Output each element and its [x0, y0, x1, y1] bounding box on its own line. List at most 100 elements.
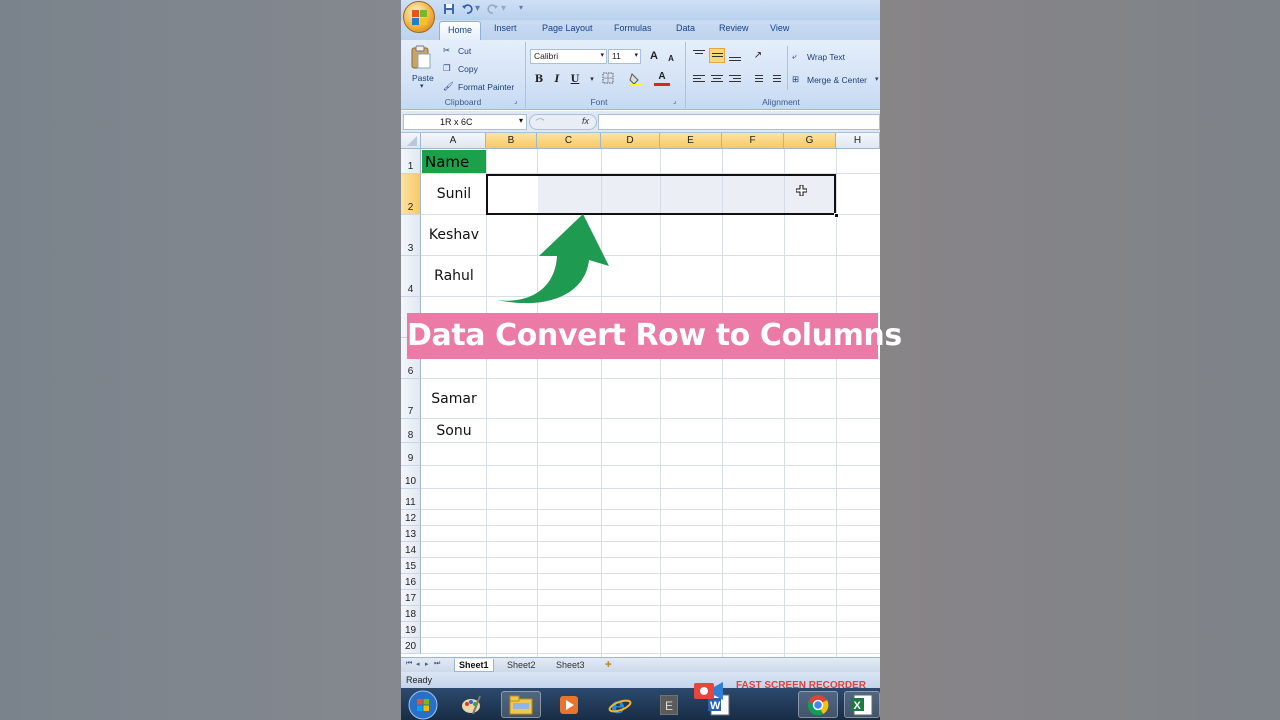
row-header-16[interactable]: 16: [401, 574, 421, 590]
cell-a8[interactable]: Sonu: [422, 419, 486, 442]
tab-insert[interactable]: Insert: [494, 23, 517, 33]
tab-sheet1[interactable]: Sheet1: [454, 659, 494, 672]
row-header-18[interactable]: 18: [401, 606, 421, 622]
tab-formulas[interactable]: Formulas: [614, 23, 652, 33]
tab-view[interactable]: View: [770, 23, 789, 33]
decrease-indent-icon[interactable]: [749, 72, 765, 87]
underline-dropdown-icon[interactable]: ▾: [584, 72, 600, 87]
cut-button[interactable]: Cut: [458, 46, 471, 56]
selection-range[interactable]: [486, 174, 836, 215]
column-header-f[interactable]: F: [722, 133, 784, 149]
worksheet-grid[interactable]: A B C D E F G H 1 2 3 4 5 6 7 8 9 10 11 …: [401, 133, 880, 657]
row-header-4[interactable]: 4: [401, 256, 421, 297]
increase-indent-icon[interactable]: [767, 72, 783, 87]
app-e-taskbar-icon[interactable]: E: [649, 691, 689, 718]
copy-button[interactable]: Copy: [458, 64, 478, 74]
tab-home[interactable]: Home: [439, 21, 482, 41]
borders-icon[interactable]: [600, 72, 616, 87]
cell-a3[interactable]: Keshav: [422, 215, 486, 255]
gridline: [421, 605, 880, 606]
redo-dropdown-icon[interactable]: ▾: [501, 3, 506, 17]
paste-dropdown-icon[interactable]: ▾: [420, 82, 424, 90]
redo-icon[interactable]: [487, 3, 499, 17]
row-header-11[interactable]: 11: [401, 489, 421, 510]
cell-a1[interactable]: Name: [422, 150, 486, 173]
column-header-h[interactable]: H: [836, 133, 880, 149]
shrink-font-button[interactable]: A: [663, 51, 679, 66]
row-header-3[interactable]: 3: [401, 215, 421, 256]
row-header-15[interactable]: 15: [401, 558, 421, 574]
formula-input[interactable]: [598, 114, 880, 130]
cell-a7[interactable]: Samar: [422, 379, 486, 419]
cell-a2[interactable]: Sunil: [422, 174, 486, 214]
italic-button[interactable]: I: [549, 72, 565, 87]
internet-explorer-icon[interactable]: e: [600, 691, 640, 718]
row-header-8[interactable]: 8: [401, 419, 421, 443]
align-right-icon[interactable]: [727, 72, 743, 87]
row-header-14[interactable]: 14: [401, 542, 421, 558]
last-sheet-icon[interactable]: ⏭: [430, 659, 444, 672]
merge-dropdown-icon[interactable]: ▾: [875, 75, 879, 83]
align-bottom-icon[interactable]: [727, 48, 743, 63]
row-header-10[interactable]: 10: [401, 466, 421, 489]
column-header-a[interactable]: A: [421, 133, 486, 149]
paste-icon[interactable]: [410, 44, 432, 70]
row-header-7[interactable]: 7: [401, 379, 421, 419]
font-name-select[interactable]: Calibri ▾: [530, 49, 607, 64]
row-header-9[interactable]: 9: [401, 443, 421, 466]
excel-taskbar-icon[interactable]: X: [844, 691, 880, 718]
align-top-icon[interactable]: [691, 48, 707, 63]
format-painter-button[interactable]: Format Painter: [458, 82, 514, 92]
fill-color-icon[interactable]: [628, 72, 644, 87]
select-all-corner[interactable]: [401, 133, 421, 149]
column-header-c[interactable]: C: [537, 133, 601, 149]
font-launcher-icon[interactable]: ⌟: [673, 97, 676, 105]
row-header-12[interactable]: 12: [401, 510, 421, 526]
tab-data[interactable]: Data: [676, 23, 695, 33]
cell-a4[interactable]: Rahul: [422, 256, 486, 296]
underline-button[interactable]: U: [567, 72, 583, 87]
paint-taskbar-icon[interactable]: [451, 691, 491, 718]
gridline: [784, 149, 785, 657]
office-button[interactable]: [403, 1, 435, 33]
media-player-taskbar-icon[interactable]: [549, 691, 589, 718]
row-header-2[interactable]: 2: [401, 174, 421, 215]
merge-center-button[interactable]: Merge & Center: [807, 75, 867, 85]
align-left-icon[interactable]: [691, 72, 707, 87]
align-center-icon[interactable]: [709, 72, 725, 87]
bold-button[interactable]: B: [531, 72, 547, 87]
row-header-1[interactable]: 1: [401, 149, 421, 174]
insert-sheet-icon[interactable]: ✚: [601, 659, 616, 672]
column-header-e[interactable]: E: [660, 133, 722, 149]
clipboard-launcher-icon[interactable]: ⌟: [514, 97, 517, 105]
column-header-b[interactable]: B: [486, 133, 537, 149]
align-middle-icon[interactable]: [709, 48, 725, 63]
name-box[interactable]: 1R x 6C ▾: [403, 114, 527, 130]
function-button[interactable]: ⌒ fx: [529, 114, 597, 130]
fill-handle[interactable]: [834, 213, 839, 218]
customize-qat-icon[interactable]: ▾: [519, 3, 523, 17]
explorer-taskbar-icon[interactable]: [501, 691, 541, 718]
start-button[interactable]: [403, 690, 443, 719]
tab-review[interactable]: Review: [719, 23, 749, 33]
row-header-13[interactable]: 13: [401, 526, 421, 542]
chrome-taskbar-icon[interactable]: [798, 691, 838, 718]
tab-sheet2[interactable]: Sheet2: [503, 659, 540, 672]
undo-dropdown-icon[interactable]: ▾: [475, 3, 480, 17]
wrap-text-button[interactable]: Wrap Text: [807, 52, 845, 62]
row-header-20[interactable]: 20: [401, 638, 421, 654]
active-cell[interactable]: [488, 176, 538, 213]
undo-icon[interactable]: [461, 3, 473, 17]
status-text: Ready: [406, 675, 433, 685]
row-header-19[interactable]: 19: [401, 622, 421, 638]
font-color-button[interactable]: A: [654, 71, 670, 86]
save-icon[interactable]: [443, 3, 455, 17]
tab-page-layout[interactable]: Page Layout: [542, 23, 593, 33]
column-header-g[interactable]: G: [784, 133, 836, 149]
font-size-select[interactable]: 11 ▾: [608, 49, 641, 64]
column-header-d[interactable]: D: [601, 133, 660, 149]
row-header-17[interactable]: 17: [401, 590, 421, 606]
tab-sheet3[interactable]: Sheet3: [552, 659, 589, 672]
orientation-icon[interactable]: ↗: [750, 48, 766, 63]
grow-font-button[interactable]: A: [646, 49, 662, 64]
